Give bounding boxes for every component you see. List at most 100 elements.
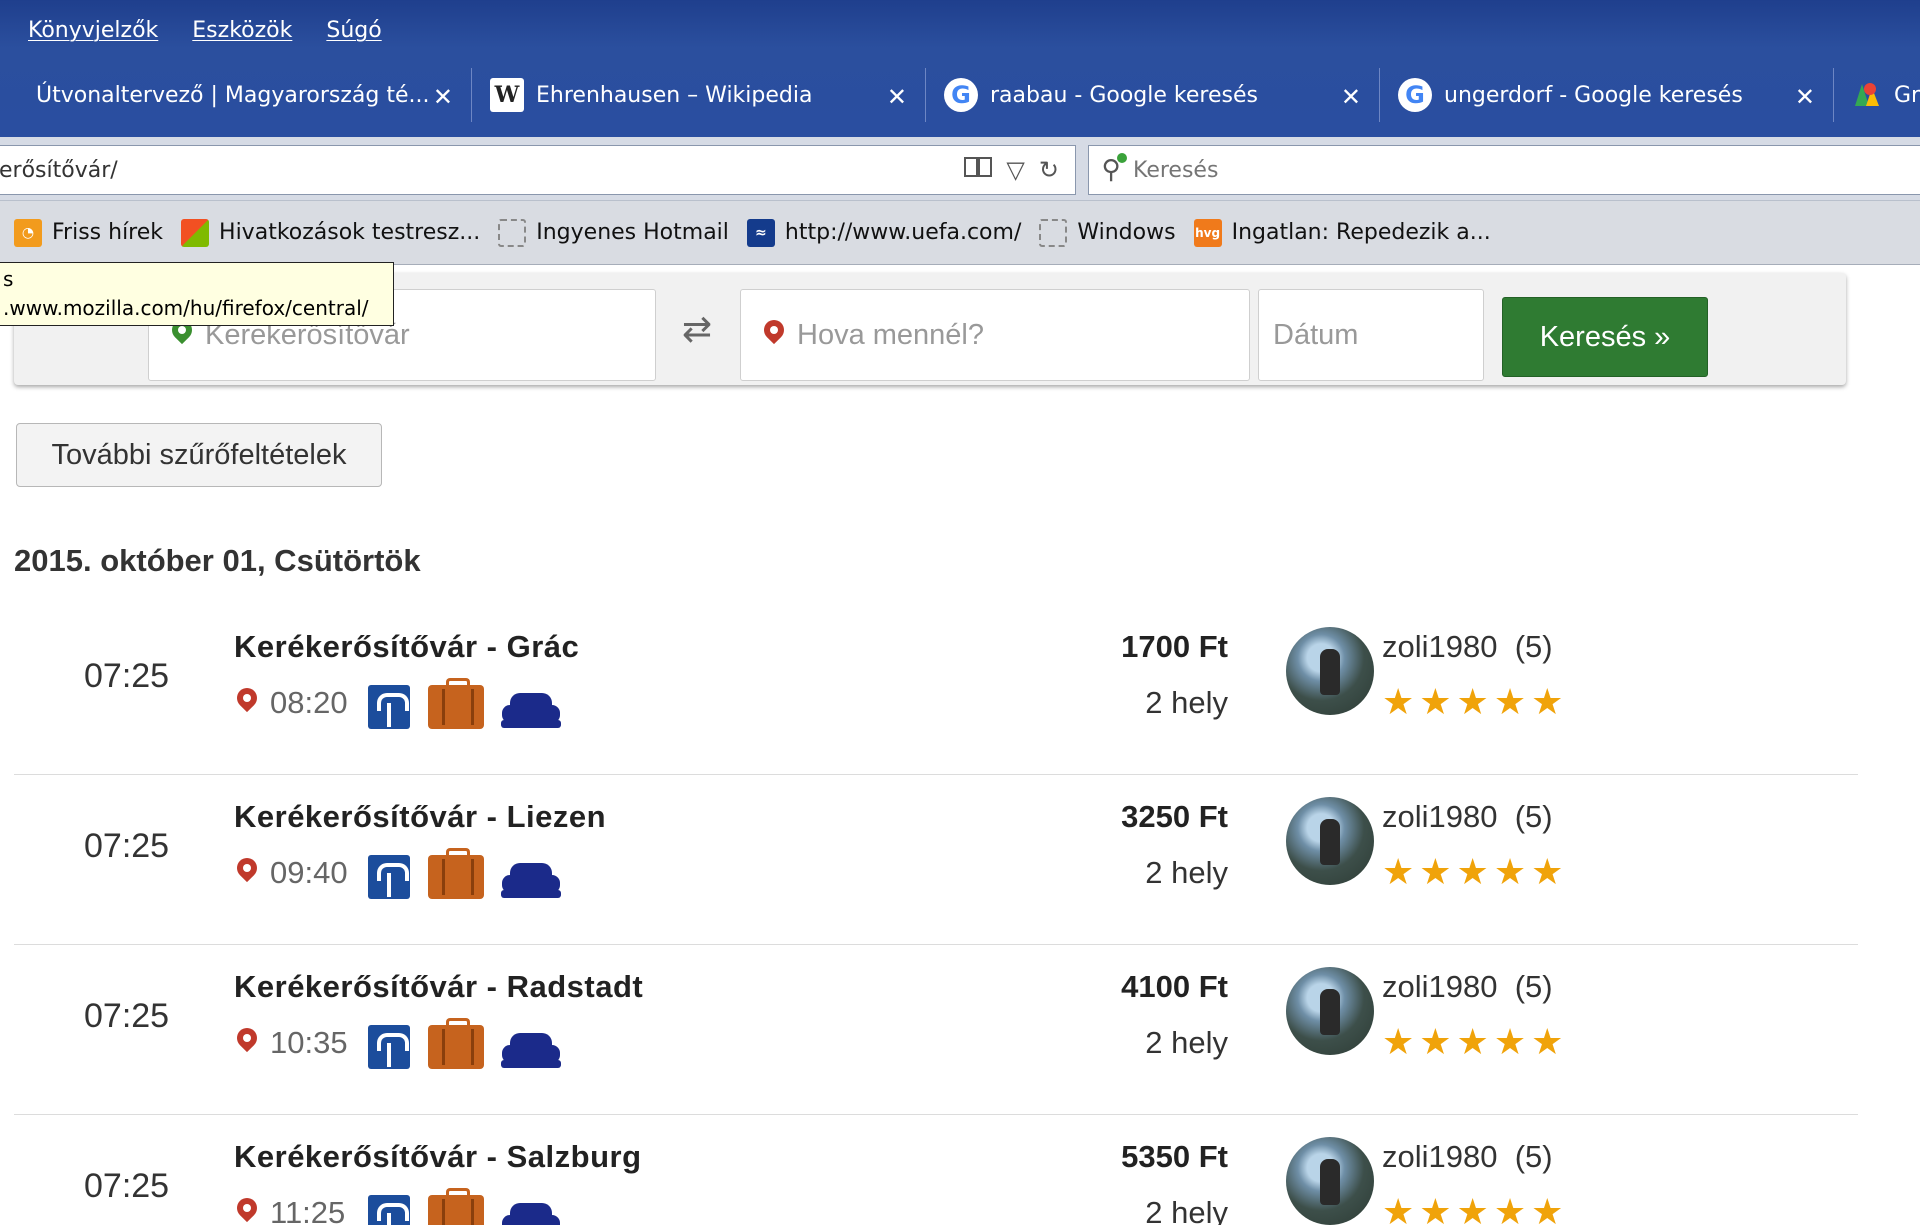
bookmark-label: Ingatlan: Repedezik a...: [1231, 220, 1491, 245]
driver-name[interactable]: zoli1980: [1382, 629, 1497, 664]
location-pin-icon: [236, 688, 258, 718]
tab-title: Gr: [1894, 82, 1920, 108]
bookmark-uefa[interactable]: ≈ http://www.uefa.com/: [746, 218, 1022, 247]
browser-chrome: Könyvjelzők Eszközök Súgó Útvonaltervező…: [0, 0, 1920, 137]
google-icon: G: [1398, 78, 1432, 112]
comfort-seat-icon: [502, 1033, 560, 1071]
menu-bar: Könyvjelzők Eszközök Súgó: [28, 18, 382, 48]
tab-ungerdorf-google[interactable]: G ungerdorf - Google keresés ✕: [1380, 68, 1834, 122]
bookmark-windows[interactable]: Windows: [1039, 218, 1176, 247]
link-tooltip: s .www.mozilla.com/hu/firefox/central/: [0, 262, 394, 326]
driver-name[interactable]: zoli1980: [1382, 1139, 1497, 1174]
ride-row[interactable]: 07:25 Kerékerősítővár - Salzburg 11:25 5…: [14, 1115, 1858, 1225]
ride-route[interactable]: Kerékerősítővár - Liezen: [234, 799, 606, 835]
ride-price: 3250 Ft: [1121, 799, 1228, 834]
menu-bookmarks[interactable]: Könyvjelzők: [28, 18, 158, 48]
tooltip-line: s: [3, 267, 14, 291]
url-text[interactable]: erősítővár/: [0, 158, 964, 183]
star-rating-icon: ★★★★★: [1382, 1021, 1569, 1062]
tab-title: ungerdorf - Google keresés: [1444, 82, 1743, 108]
location-pin-icon: [236, 1198, 258, 1225]
ride-route[interactable]: Kerékerősítővár - Salzburg: [234, 1139, 642, 1175]
tab-raabau-google[interactable]: G raabau - Google keresés ✕: [926, 68, 1380, 122]
swap-icon[interactable]: ⇄: [682, 309, 712, 350]
driver-avatar[interactable]: [1286, 1137, 1374, 1225]
ride-row[interactable]: 07:25 Kerékerősítővár - Grác 08:20 1700 …: [14, 605, 1858, 775]
tab-bar: Útvonaltervező | Magyarország té... ✕ W …: [0, 68, 1920, 122]
reader-view-icon[interactable]: [964, 155, 993, 185]
tab-title: Útvonaltervező | Magyarország té...: [36, 82, 430, 108]
bookmark-hivatkozasok[interactable]: Hivatkozások testresz...: [181, 218, 481, 247]
tab-maps[interactable]: Gr: [1834, 68, 1920, 122]
menu-help[interactable]: Súgó: [326, 18, 381, 48]
driver-avatar[interactable]: [1286, 797, 1374, 885]
departure-time: 07:25: [84, 827, 170, 865]
more-filters-button[interactable]: További szűrőfeltételek: [16, 423, 382, 487]
search-engine-icon[interactable]: ⚲: [1089, 153, 1133, 185]
arrival-time: 08:20: [270, 685, 348, 720]
close-icon[interactable]: ✕: [887, 83, 907, 111]
driver-avatar[interactable]: [1286, 967, 1374, 1055]
seats-available: 2 hely: [1145, 1025, 1228, 1060]
driver-avatar[interactable]: [1286, 627, 1374, 715]
close-icon[interactable]: ✕: [1795, 83, 1815, 111]
seats-available: 2 hely: [1145, 685, 1228, 720]
tab-ehrenhausen-wikipedia[interactable]: W Ehrenhausen – Wikipedia ✕: [472, 68, 926, 122]
comfort-seat-icon: [502, 693, 560, 731]
ride-price: 1700 Ft: [1121, 629, 1228, 664]
tooltip-line: .www.mozilla.com/hu/firefox/central/: [3, 296, 369, 320]
navigation-bar: erősítővár/ ▽ ↻ ⚲: [0, 137, 1920, 201]
luggage-icon: [428, 848, 484, 899]
bookmark-label: Hivatkozások testresz...: [219, 220, 481, 245]
seats-available: 2 hely: [1145, 855, 1228, 890]
to-placeholder: Hova mennél?: [797, 318, 984, 351]
departure-time: 07:25: [84, 1167, 170, 1205]
departure-time: 07:25: [84, 657, 170, 695]
luggage-icon: [428, 1188, 484, 1225]
menu-tools[interactable]: Eszközök: [192, 18, 292, 48]
to-field[interactable]: Hova mennél?: [740, 289, 1250, 381]
ride-route[interactable]: Kerékerősítővár - Grác: [234, 629, 579, 665]
page-content: Kerekerősítővár ⇄ Hova mennél? Dátum Ker…: [0, 265, 1920, 1225]
search-bar[interactable]: ⚲: [1088, 145, 1920, 195]
maps-icon: [1852, 78, 1882, 112]
bookmark-friss-hirek[interactable]: ◔ Friss hírek: [14, 218, 163, 247]
hvg-icon: hvg: [1193, 218, 1222, 247]
rating-count: (5): [1514, 629, 1553, 664]
bookmark-hotmail[interactable]: Ingyenes Hotmail: [498, 218, 729, 247]
bookmark-ingatlan[interactable]: hvg Ingatlan: Repedezik a...: [1193, 218, 1491, 247]
search-button[interactable]: Keresés »: [1502, 297, 1708, 377]
luggage-icon: [428, 1018, 484, 1069]
blank-page-icon: [1039, 218, 1068, 247]
ride-row[interactable]: 07:25 Kerékerősítővár - Liezen 09:40 325…: [14, 775, 1858, 945]
close-icon[interactable]: ✕: [1341, 83, 1361, 111]
driver-name[interactable]: zoli1980: [1382, 799, 1497, 834]
google-icon: G: [944, 78, 978, 112]
tab-title: Ehrenhausen – Wikipedia: [536, 82, 813, 108]
uefa-icon: ≈: [746, 218, 775, 247]
luggage-icon: [428, 678, 484, 729]
date-field[interactable]: Dátum: [1258, 289, 1484, 381]
arrival-time: 09:40: [270, 855, 348, 890]
wikipedia-icon: W: [490, 78, 524, 112]
star-rating-icon: ★★★★★: [1382, 1191, 1569, 1225]
rss-icon: ◔: [14, 218, 42, 247]
dropdown-arrow-icon[interactable]: ▽: [1006, 156, 1024, 184]
close-icon[interactable]: ✕: [433, 83, 453, 111]
highway-icon: [368, 855, 410, 899]
bookmark-label: Ingyenes Hotmail: [536, 220, 729, 245]
url-bar[interactable]: erősítővár/ ▽ ↻: [0, 145, 1076, 195]
bookmark-label: Windows: [1077, 220, 1176, 245]
reload-icon[interactable]: ↻: [1039, 156, 1059, 184]
rating-count: (5): [1514, 1139, 1553, 1174]
search-input[interactable]: [1133, 157, 1833, 183]
ride-row[interactable]: 07:25 Kerékerősítővár - Radstadt 10:35 4…: [14, 945, 1858, 1115]
ride-route[interactable]: Kerékerősítővár - Radstadt: [234, 969, 643, 1005]
highway-icon: [368, 1025, 410, 1069]
driver-name[interactable]: zoli1980: [1382, 969, 1497, 1004]
tab-title: raabau - Google keresés: [990, 82, 1258, 108]
ride-price: 4100 Ft: [1121, 969, 1228, 1004]
tab-utvonaltervezo[interactable]: Útvonaltervező | Magyarország té... ✕: [0, 68, 472, 122]
bookmark-label: http://www.uefa.com/: [784, 220, 1022, 245]
rating-count: (5): [1514, 799, 1553, 834]
